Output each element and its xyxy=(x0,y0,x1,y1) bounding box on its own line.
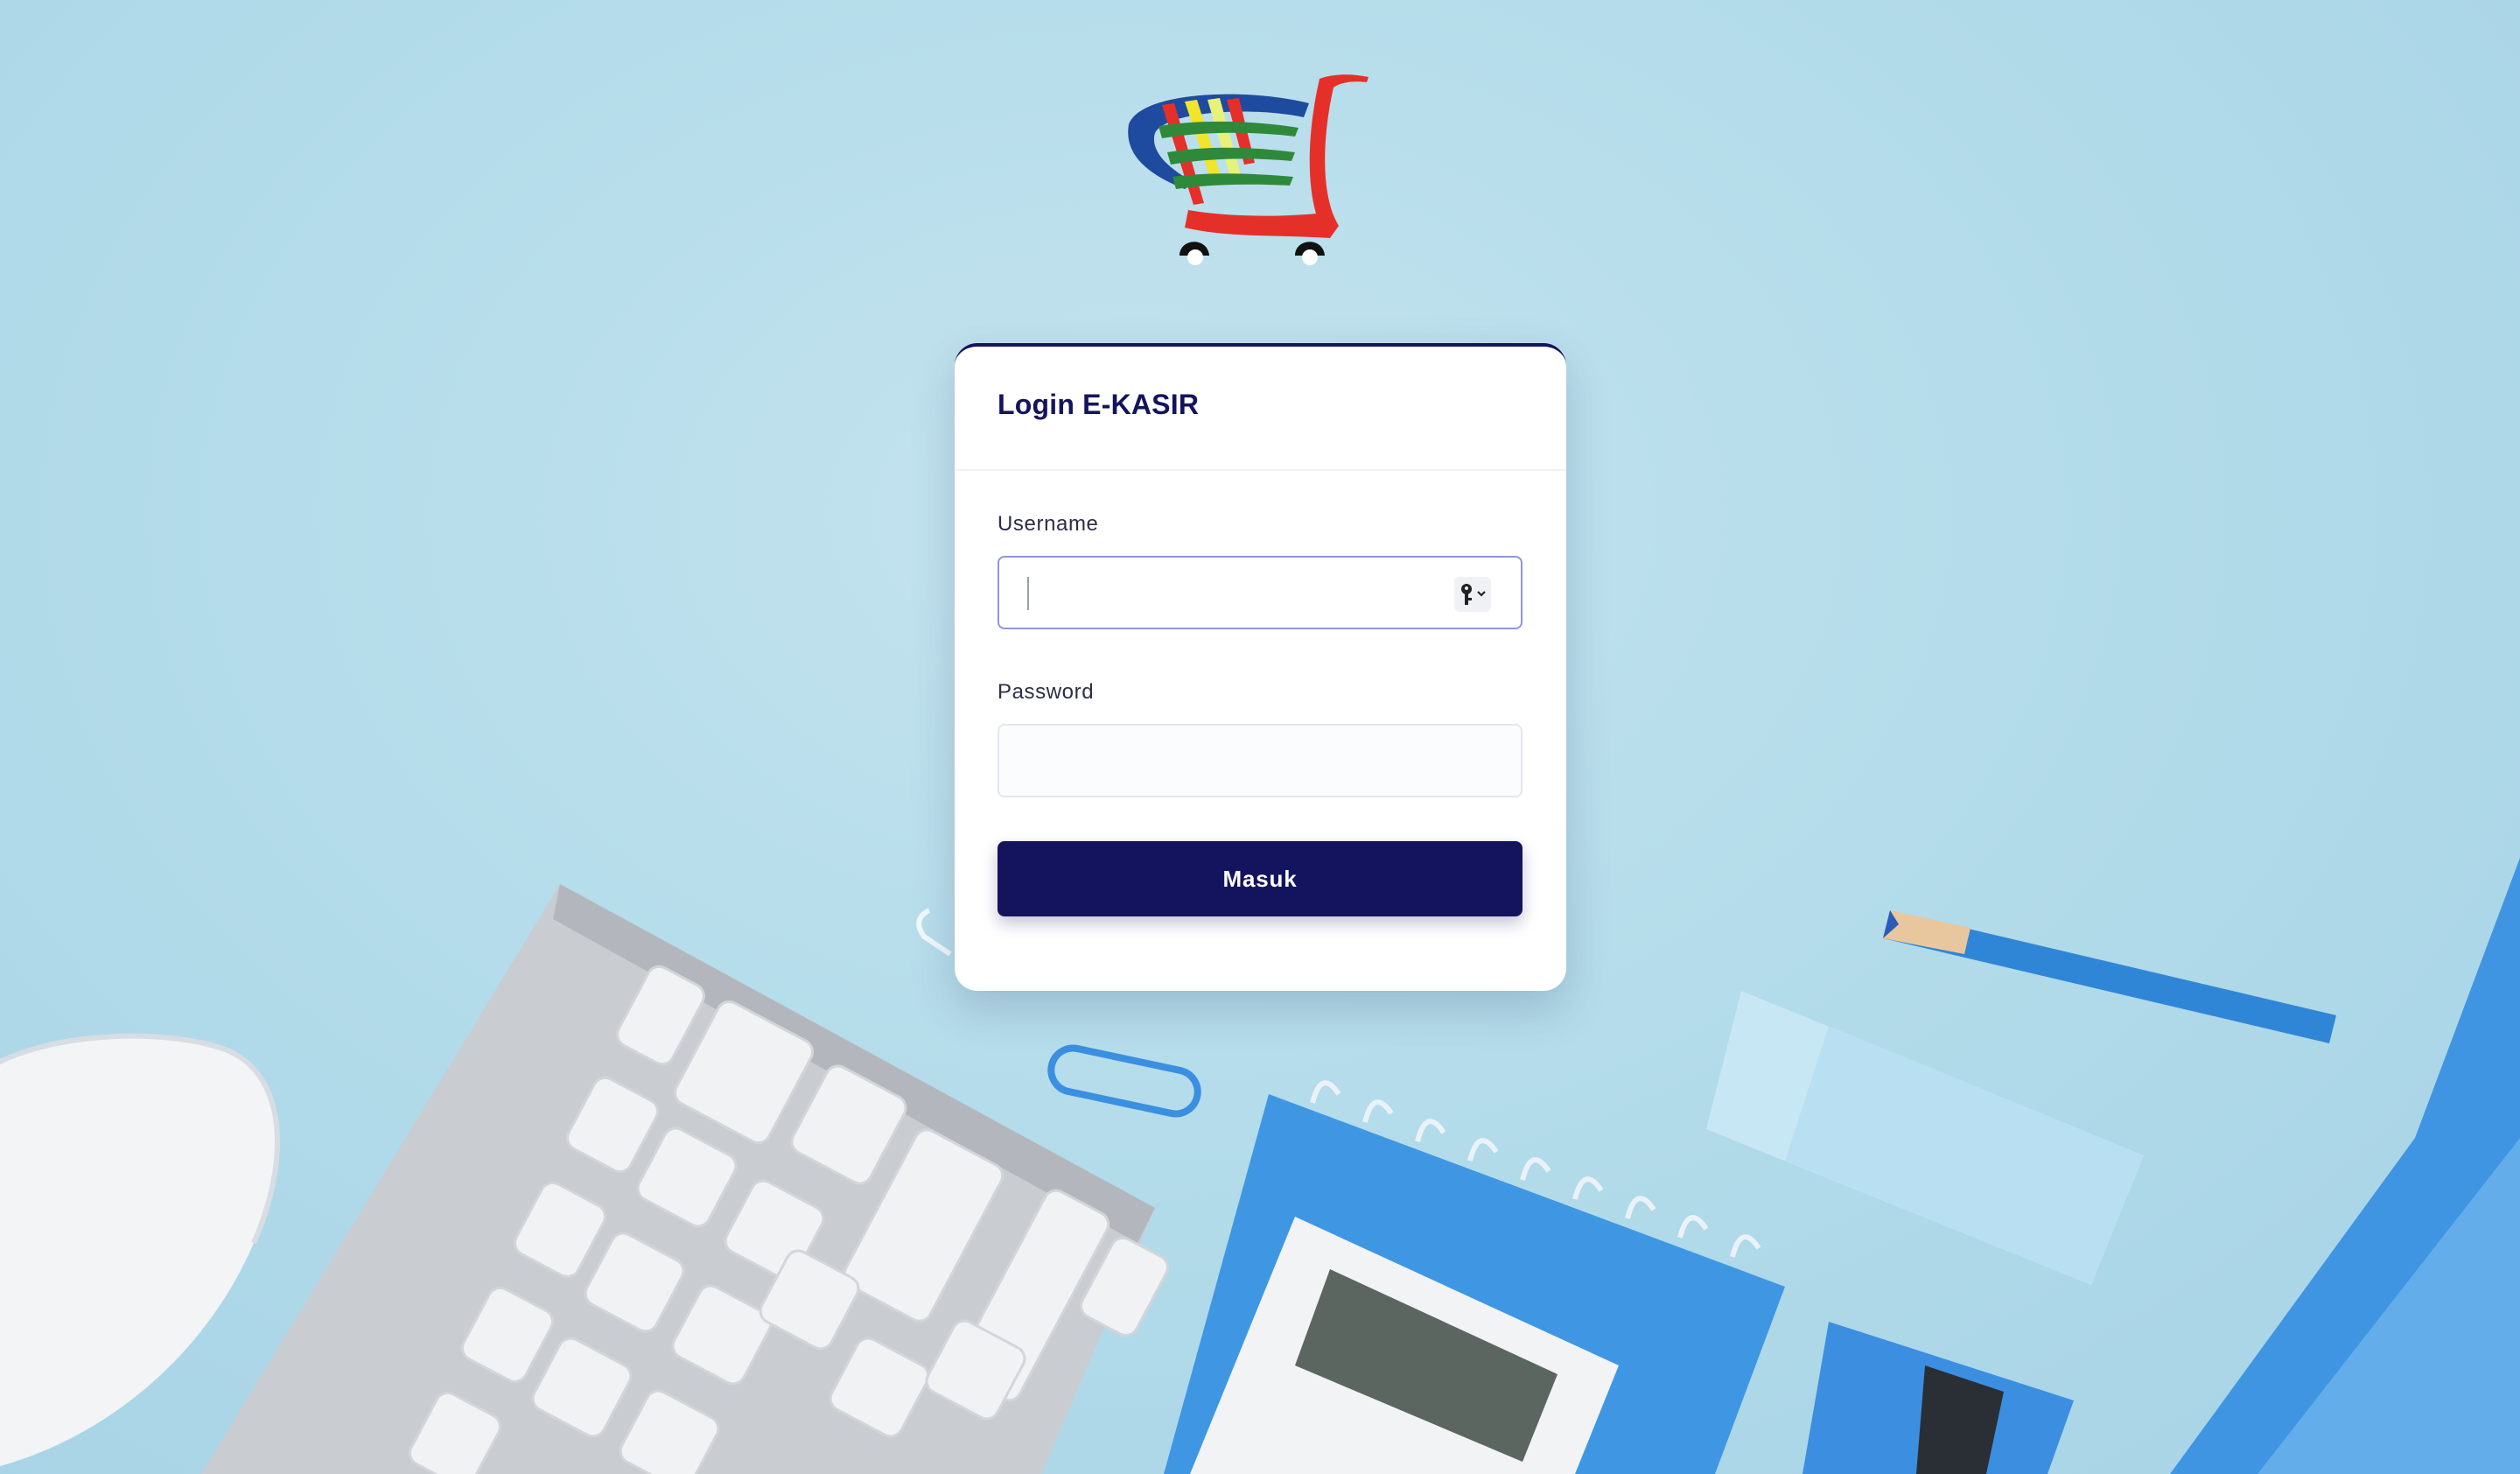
username-input[interactable] xyxy=(999,558,1521,628)
username-label: Username xyxy=(998,512,1099,536)
login-title: Login E-KASIR xyxy=(998,389,1200,420)
login-card: Login E-KASIR Username Password Masuk xyxy=(955,343,1566,991)
username-field-box xyxy=(998,556,1522,629)
text-caret xyxy=(1027,577,1029,610)
password-field-box xyxy=(998,724,1522,797)
key-icon[interactable] xyxy=(1454,577,1491,612)
password-input[interactable] xyxy=(999,726,1521,796)
login-form: Username Password Masuk xyxy=(955,471,1566,916)
password-label: Password xyxy=(998,680,1095,704)
shopping-cart-logo xyxy=(1128,74,1368,265)
login-page: Login E-KASIR Username Password Masuk xyxy=(0,0,2520,1474)
login-card-header: Login E-KASIR xyxy=(955,347,1566,471)
login-submit-button[interactable]: Masuk xyxy=(998,841,1522,916)
